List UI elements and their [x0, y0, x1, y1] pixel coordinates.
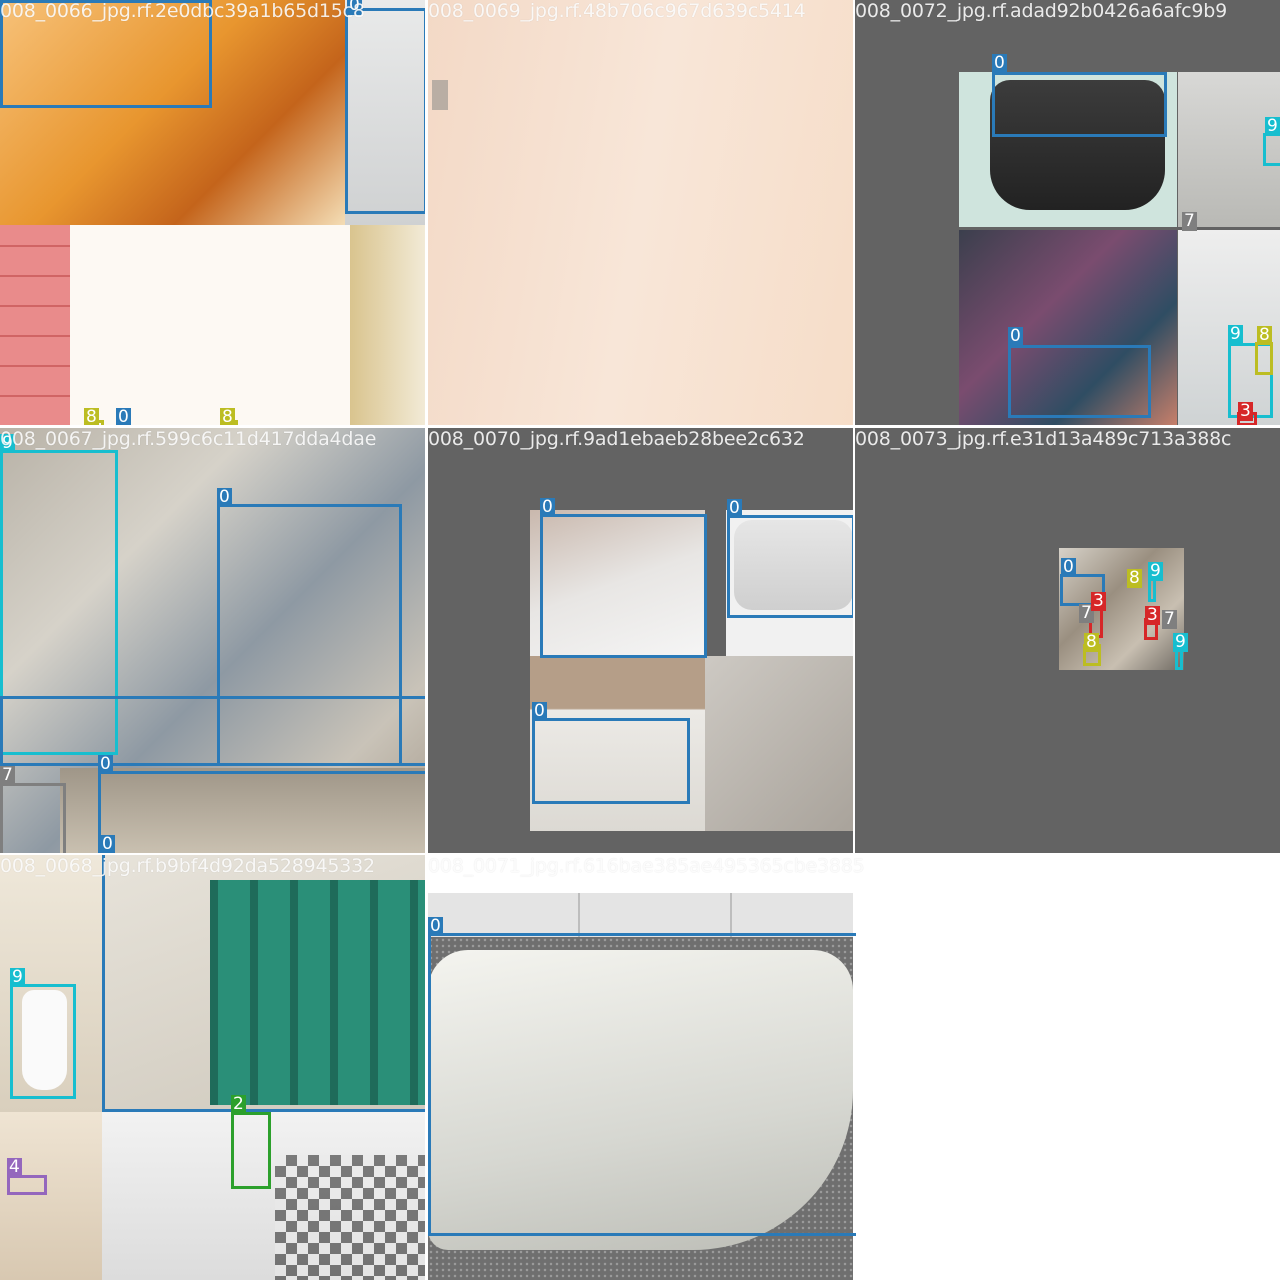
detection-box [345, 8, 425, 214]
tile-filename: 008_0071_jpg.rf.616bae385ae495365cbe3885 [428, 855, 865, 877]
detection-label: 9 [10, 967, 25, 987]
photo-ceiling-tiles [428, 893, 853, 937]
tile-filename: 008_0073_jpg.rf.e31d13a489c713a388c [855, 428, 1232, 450]
detection-box [727, 515, 853, 618]
tile-filename: 008_0072_jpg.rf.adad92b0426a6afc9b9 [855, 0, 1227, 22]
detection-label: 0 [727, 498, 742, 518]
detection-box [428, 933, 856, 1236]
tile-filename: 008_0067_jpg.rf.599c6c11d417dda4dae [0, 428, 377, 450]
mosaic-tile-0069: 008_0069_jpg.rf.48b706c967d639c5414 [428, 0, 853, 425]
detection-label: 8 [84, 407, 99, 425]
detection-label: 0 [100, 834, 115, 853]
photo-grey-wall [705, 656, 853, 831]
detection-box [7, 1175, 47, 1195]
detection-label: 2 [231, 1094, 246, 1114]
mosaic-tile-0072: 0 9 7 0 9 8 3 008_0072_jpg.rf.adad92b042… [855, 0, 1280, 425]
detection-label: 0 [992, 53, 1007, 73]
photo-fixture [432, 80, 448, 110]
mosaic-tile-0071: 0 008_0071_jpg.rf.616bae385ae495365cbe38… [428, 855, 865, 1280]
detection-box [231, 1112, 271, 1189]
tile-filename: 008_0068_jpg.rf.b9bf4d92da528945332 [0, 855, 375, 877]
detection-label: 3 [1238, 401, 1253, 421]
detection-label: 0 [116, 407, 131, 425]
detection-box [102, 855, 425, 1112]
detection-box [0, 783, 66, 853]
detection-box [532, 718, 690, 804]
detection-label: 3 [1091, 591, 1106, 611]
photo-cabinet [350, 225, 425, 425]
tile-filename: 008_0070_jpg.rf.9ad1ebaeb28bee2c632 [428, 428, 805, 450]
detection-box [1263, 133, 1280, 166]
detection-box [1148, 578, 1156, 602]
detection-label: 7 [1182, 211, 1197, 231]
detection-label: 4 [7, 1157, 22, 1177]
mosaic-tile-0066: 0 8 0 8 008_0066_jpg.rf.2e0dbc39a1b65d15… [0, 0, 425, 425]
photo-pink-tiles [0, 225, 70, 425]
photo-bright-wall [70, 225, 350, 425]
detection-label: 0 [428, 916, 443, 936]
detection-label: 0 [532, 701, 547, 721]
detection-label: 0 [1061, 557, 1076, 577]
photo-black-tiles [275, 1155, 425, 1280]
detection-label: 8 [220, 407, 235, 425]
mosaic-tile-0068: 9 2 4 008_0068_jpg.rf.b9bf4d92da52894533… [0, 855, 425, 1280]
detection-box [10, 984, 76, 1099]
detection-box [1255, 342, 1273, 375]
detection-box [98, 771, 425, 853]
detection-label: 0 [1008, 326, 1023, 346]
photo-beige-wall [428, 0, 853, 425]
detection-label: 0 [98, 754, 113, 774]
detection-box [992, 72, 1167, 137]
detection-label: 8 [1084, 632, 1099, 652]
mosaic-tile-0073: 0 8 9 7 3 3 7 9 8 008_0073_jpg.rf.e31d13… [855, 428, 1280, 853]
detection-label: 9 [1148, 561, 1163, 581]
detection-label: 8 [1127, 568, 1142, 588]
detection-label: 0 [217, 487, 232, 507]
detection-label: 7 [0, 765, 15, 785]
tile-filename: 008_0069_jpg.rf.48b706c967d639c5414 [428, 0, 806, 22]
detection-label: 9 [1265, 116, 1280, 136]
detection-label: 8 [1257, 325, 1272, 345]
detection-label: 7 [1162, 609, 1177, 629]
detection-label: 9 [1173, 632, 1188, 652]
mosaic-tile-0067: 9 0 7 0 0 008_0067_jpg.rf.599c6c11d417dd… [0, 428, 425, 853]
mosaic-tile-0070: 0 0 0 008_0070_jpg.rf.9ad1ebaeb28bee2c63… [428, 428, 853, 853]
detection-label: 3 [1145, 605, 1160, 625]
photo-beige-room [0, 1112, 102, 1280]
tile-filename: 008_0066_jpg.rf.2e0dbc39a1b65d15c8 [0, 0, 365, 22]
detection-label: 9 [1228, 324, 1243, 344]
detection-box [1008, 345, 1151, 418]
detection-label: 0 [540, 497, 555, 517]
detection-box [0, 696, 425, 766]
detection-box [540, 514, 707, 658]
